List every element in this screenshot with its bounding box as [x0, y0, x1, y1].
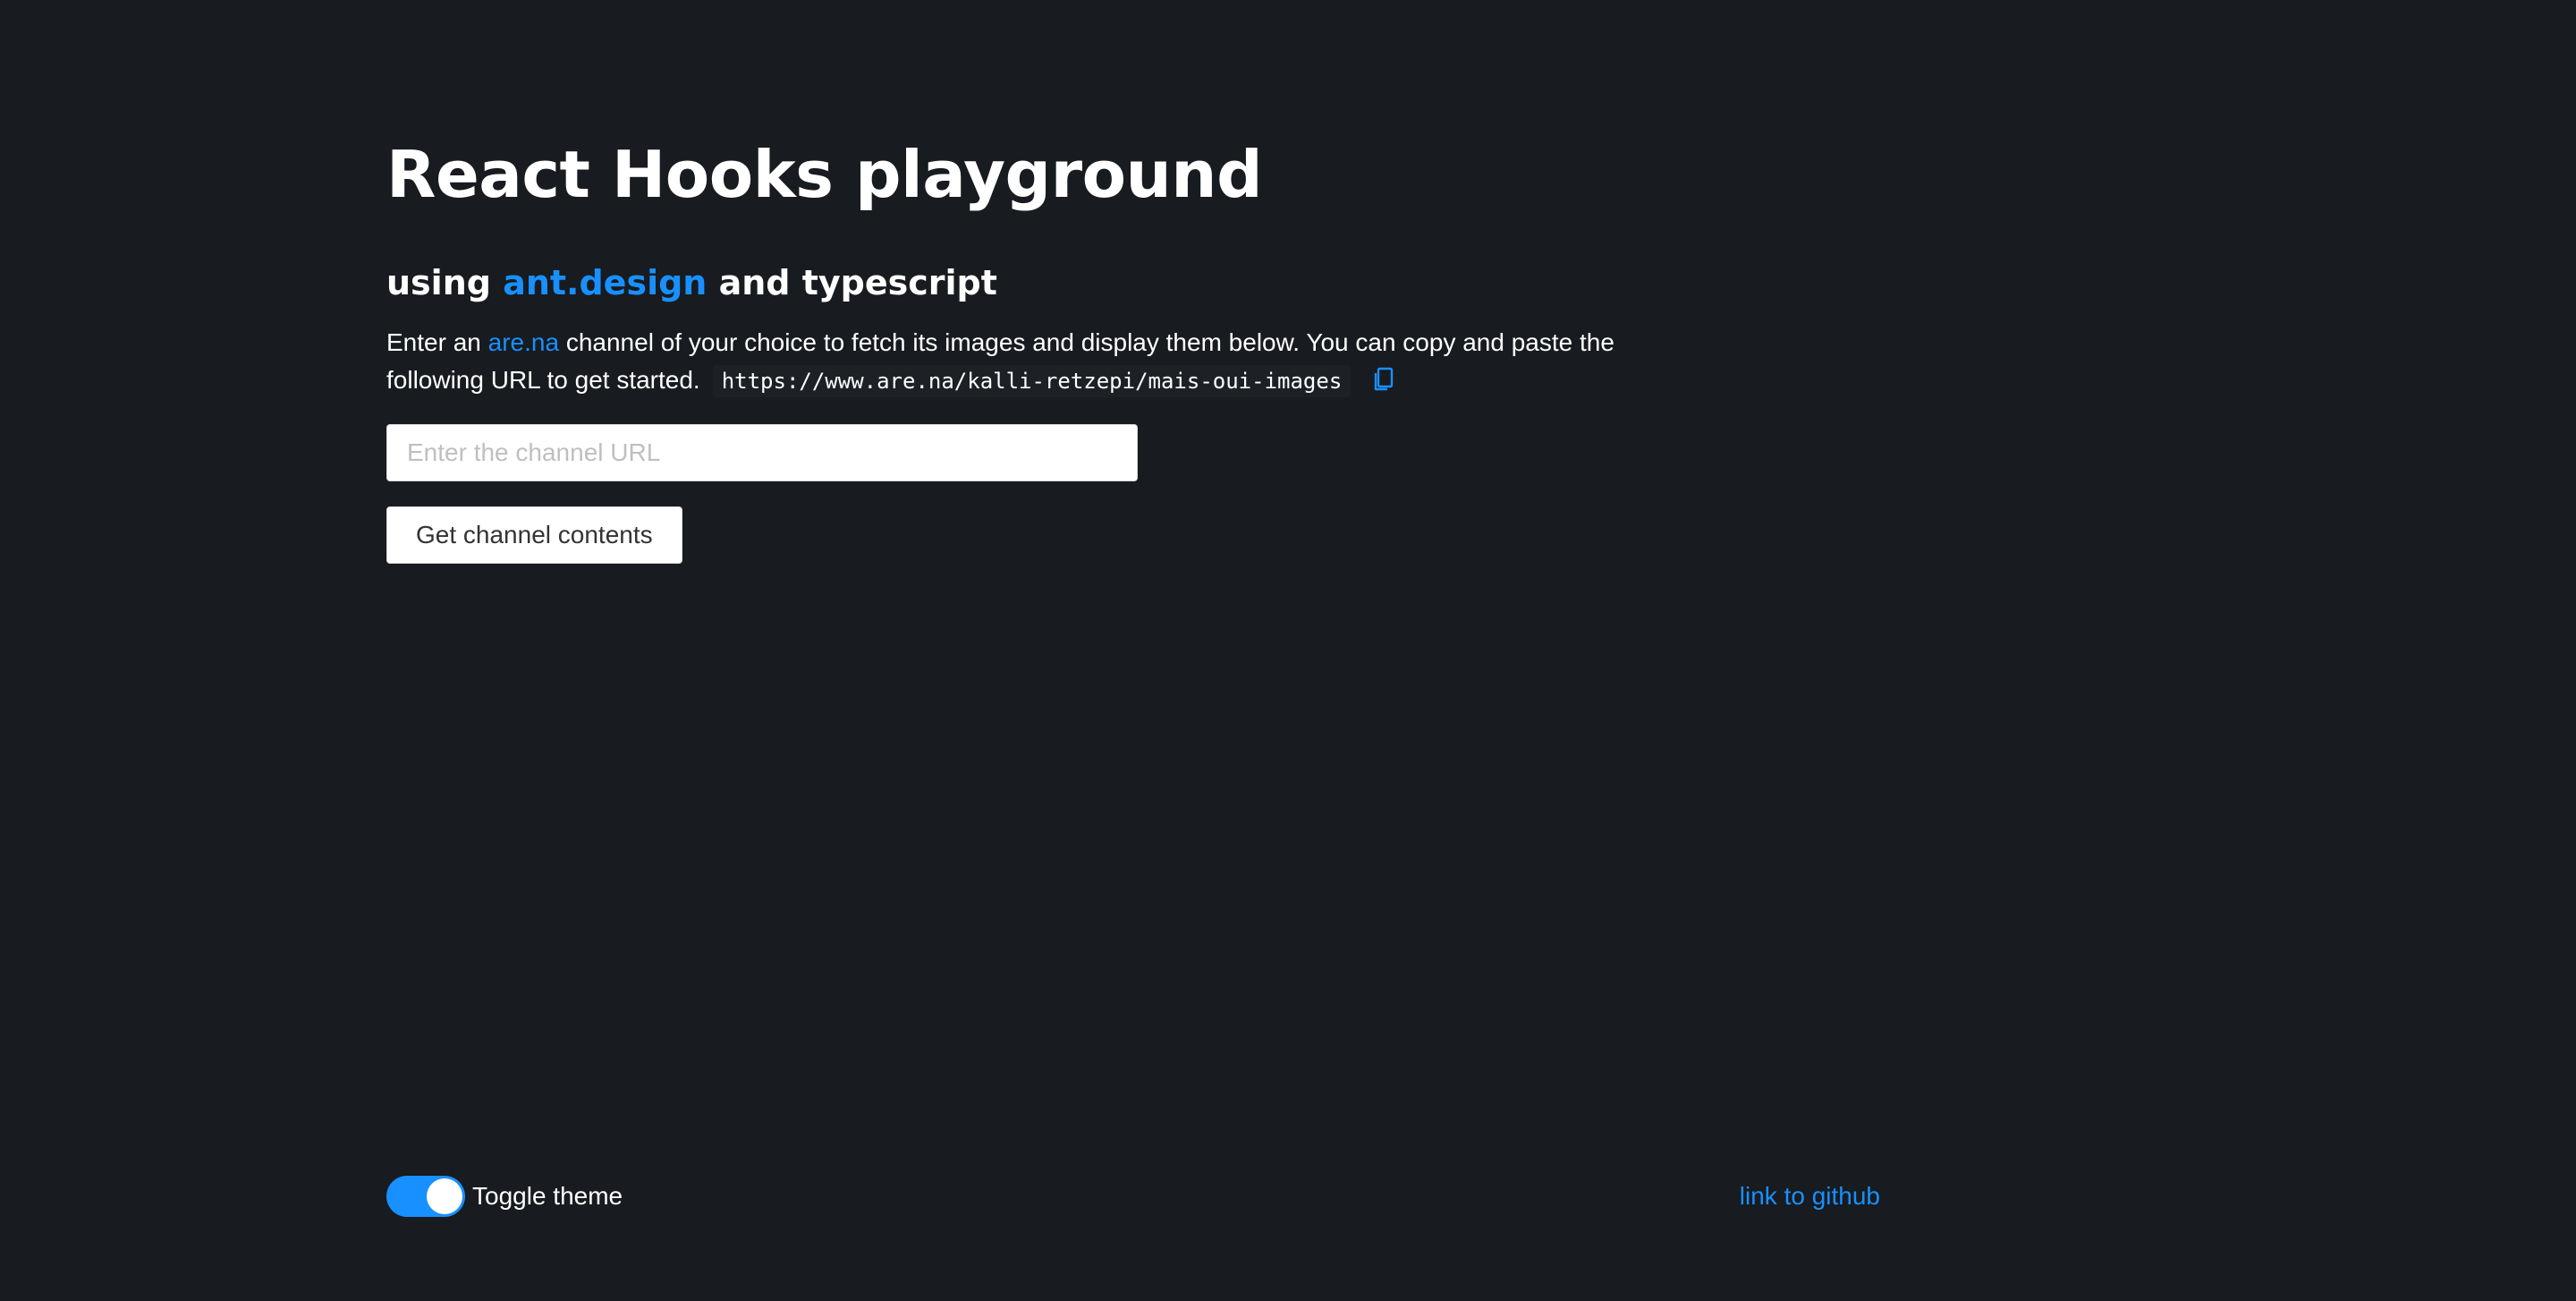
toggle-knob	[427, 1178, 462, 1214]
subtitle-suffix: and typescript	[707, 263, 997, 302]
ant-design-link[interactable]: ant.design	[503, 263, 707, 302]
theme-toggle-label: Toggle theme	[472, 1182, 623, 1210]
theme-toggle: Toggle theme	[386, 1176, 623, 1217]
example-url: https://www.are.na/kalli-retzepi/mais-ou…	[712, 365, 1352, 397]
page-subtitle: using ant.design and typescript	[386, 258, 1889, 308]
intro-paragraph: Enter an are.na channel of your choice t…	[386, 324, 1639, 399]
page-title: React Hooks playground	[386, 137, 1263, 212]
arena-link[interactable]: are.na	[488, 328, 559, 356]
main-content: React Hooks playground using ant.design …	[386, 125, 1889, 564]
subtitle-prefix: using	[386, 263, 504, 302]
channel-url-input[interactable]	[386, 424, 1138, 481]
intro-text-before: Enter an	[386, 328, 488, 356]
footer: Toggle theme link to github	[386, 1174, 1880, 1219]
page: React Hooks playground using ant.design …	[0, 0, 2576, 1301]
github-link[interactable]: link to github	[1740, 1182, 1880, 1211]
get-channel-contents-button[interactable]: Get channel contents	[386, 506, 682, 564]
theme-toggle-switch[interactable]	[386, 1176, 465, 1217]
copy-icon[interactable]	[1370, 366, 1397, 393]
